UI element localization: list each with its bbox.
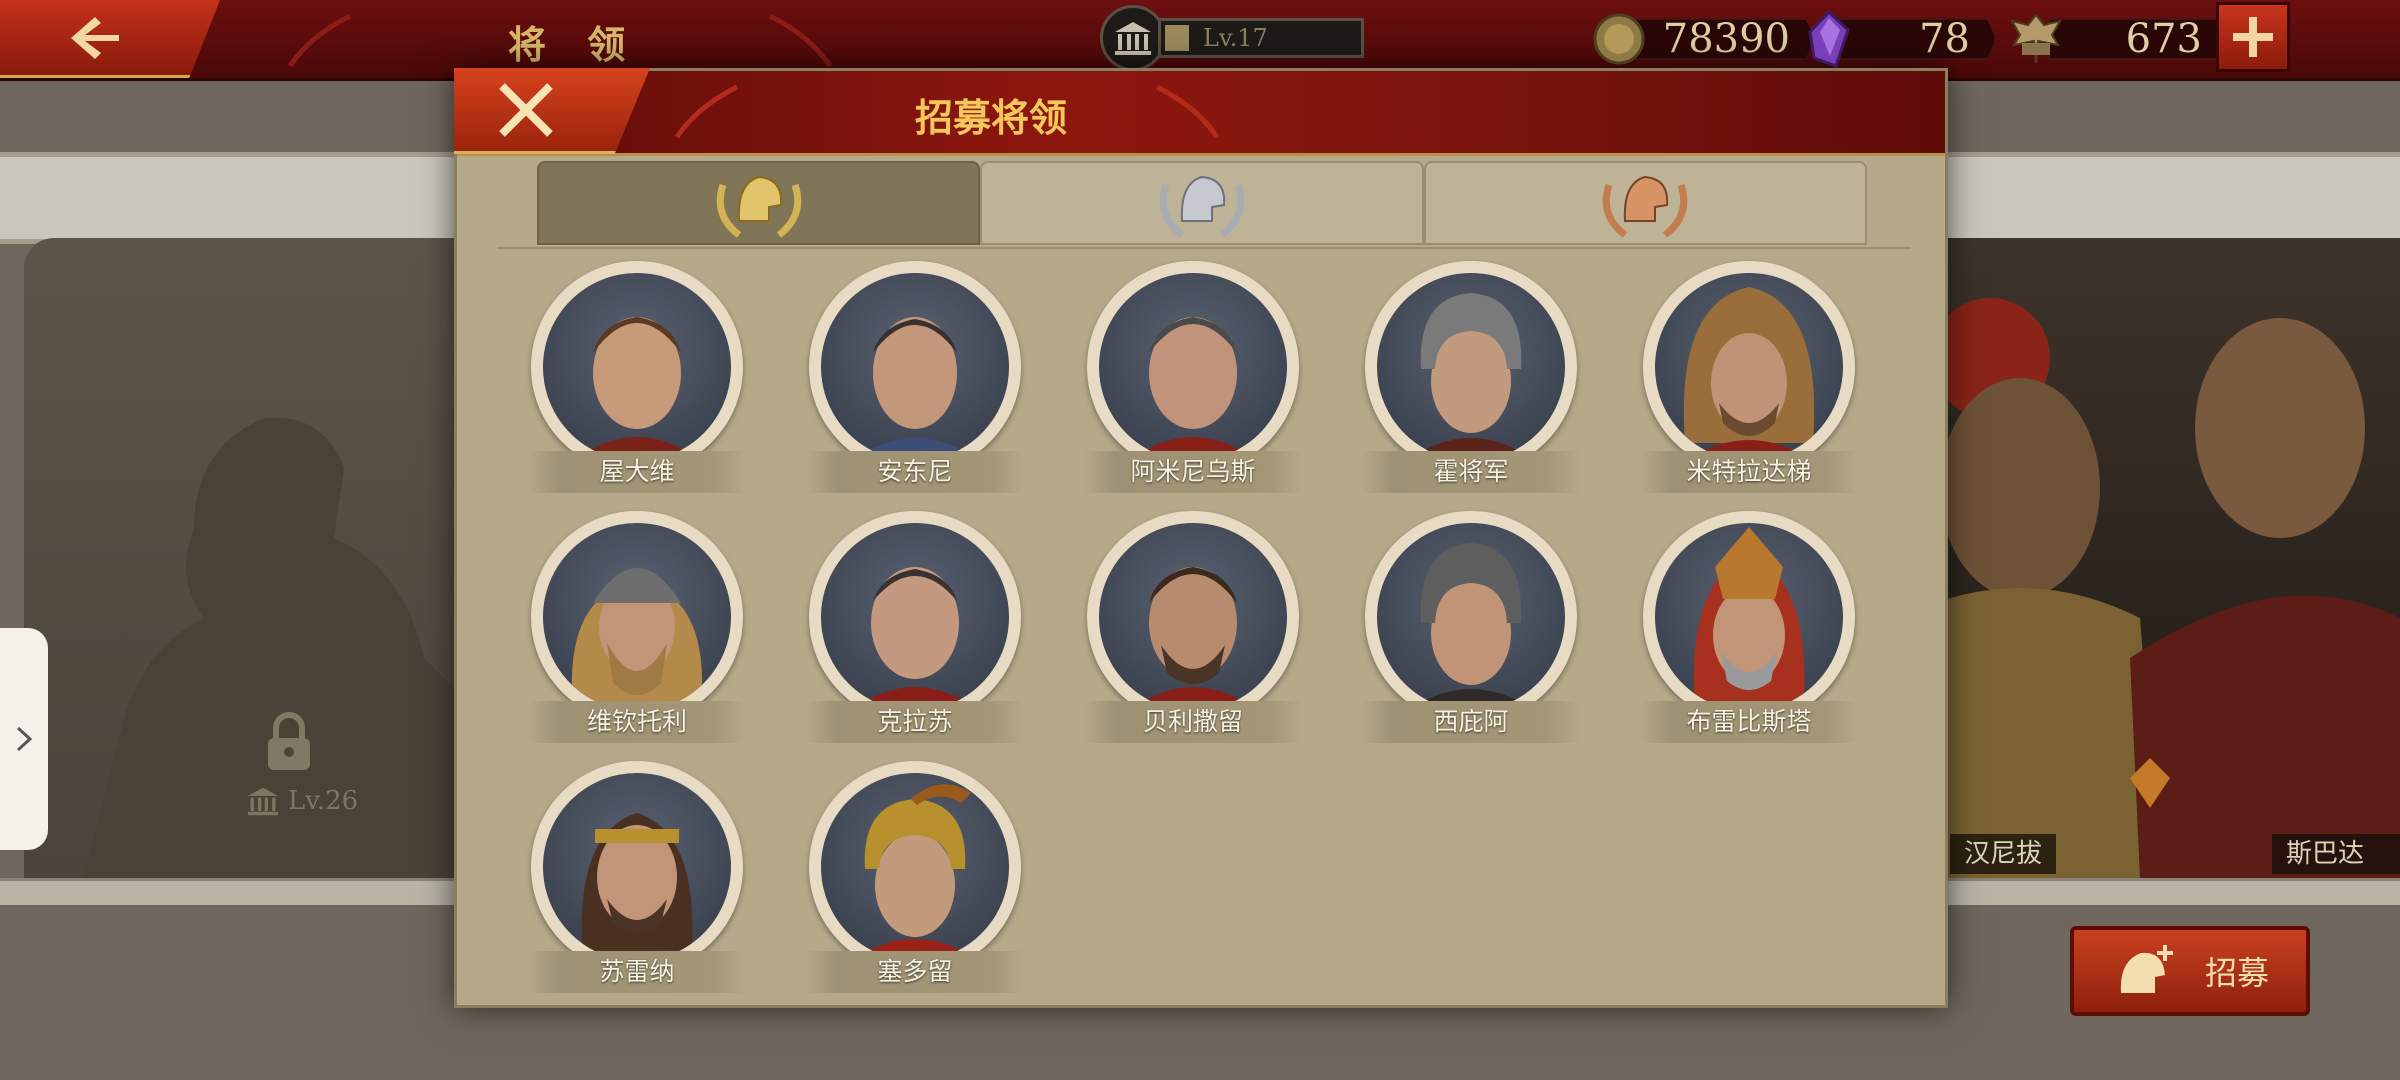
general-card[interactable]: 苏雷纳: [527, 761, 747, 993]
general-name: 克拉苏: [805, 701, 1025, 743]
general-label-hannibal: 汉尼拔: [1950, 834, 2057, 874]
side-drawer-tab[interactable]: [0, 628, 48, 850]
player-level-indicator[interactable]: Lv.17: [1100, 5, 1364, 71]
gem-counter[interactable]: 78: [1806, 10, 1996, 68]
back-arrow-icon: [71, 16, 119, 59]
general-card[interactable]: 维钦托利: [527, 511, 747, 743]
general-name: 苏雷纳: [527, 951, 747, 993]
temple-icon: [248, 787, 278, 816]
add-resource-button[interactable]: [2216, 2, 2290, 72]
tab-gold-rank[interactable]: [537, 161, 981, 245]
recruit-button-label: 招募: [2204, 954, 2269, 992]
tab-divider: [497, 247, 1911, 249]
general-name: 维钦托利: [527, 701, 747, 743]
plus-icon: [2233, 17, 2273, 57]
general-card[interactable]: 霍将军: [1361, 261, 1581, 493]
general-card[interactable]: 克拉苏: [805, 511, 1025, 743]
unlocked-generals-preview[interactable]: 汉尼拔 斯巴达克: [1900, 238, 2400, 878]
general-portrait: [531, 261, 743, 473]
laurel-decoration-icon: [1155, 84, 1220, 139]
general-portraits-image: [1900, 298, 2400, 878]
general-portrait: [809, 261, 1021, 473]
dialog-header: 招募将领: [454, 68, 1945, 156]
laurel-decoration-icon: [287, 13, 352, 68]
general-name: 安东尼: [805, 451, 1025, 493]
coin-amount: 78390: [1626, 18, 1816, 60]
purple-gem-icon: [1808, 10, 1850, 68]
general-card[interactable]: 西庇阿: [1361, 511, 1581, 743]
general-name: 塞多留: [805, 951, 1025, 993]
spqr-eagle-icon: [2009, 13, 2063, 64]
recruit-general-dialog: 招募将领 屋大维 安东尼 阿米尼乌斯 霍将军 米特拉达梯 维钦托利 克拉苏 贝利…: [454, 68, 1948, 1008]
tab-bronze-rank[interactable]: [1423, 161, 1867, 245]
level-progress-bar: Lv.17: [1158, 18, 1364, 58]
general-name: 米特拉达梯: [1639, 451, 1859, 493]
general-name: 西庇阿: [1361, 701, 1581, 743]
rank-tabs: [537, 161, 1867, 245]
chevron-right-icon: [16, 726, 33, 752]
general-portrait: [1365, 511, 1577, 723]
general-name: 阿米尼乌斯: [1083, 451, 1303, 493]
back-button[interactable]: [0, 0, 220, 78]
general-name: 贝利撒留: [1083, 701, 1303, 743]
spqr-amount: 673: [2048, 18, 2228, 60]
general-portrait: [809, 511, 1021, 723]
general-portrait: [809, 761, 1021, 973]
spqr-counter[interactable]: 673: [2008, 13, 2228, 64]
general-card[interactable]: 布雷比斯塔: [1639, 511, 1859, 743]
silver-helmet-laurel-icon: [1159, 175, 1245, 238]
lock-icon: [264, 712, 314, 776]
general-card[interactable]: 塞多留: [805, 761, 1025, 993]
bronze-helmet-laurel-icon: [1603, 175, 1688, 238]
gold-helmet-laurel-icon: [716, 175, 801, 238]
tab-silver-rank[interactable]: [980, 161, 1424, 245]
recruit-button[interactable]: 招募: [2070, 926, 2310, 1016]
temple-icon: [1100, 5, 1166, 71]
locked-slot-level: Lv.26: [246, 786, 358, 816]
page-title: 将 领: [508, 22, 640, 67]
general-label-spartacus: 斯巴达克: [2272, 834, 2400, 874]
coin-counter[interactable]: 78390: [1592, 13, 1816, 65]
general-card[interactable]: 贝利撒留: [1083, 511, 1303, 743]
general-portrait: [531, 511, 743, 723]
coin-icon: [1593, 13, 1645, 65]
general-portrait: [1643, 261, 1855, 473]
general-card[interactable]: 屋大维: [527, 261, 747, 493]
general-name: 霍将军: [1361, 451, 1581, 493]
general-name: 布雷比斯塔: [1639, 701, 1859, 743]
general-portrait: [1087, 511, 1299, 723]
general-portrait: [1087, 261, 1299, 473]
general-portrait: [1643, 511, 1855, 723]
general-card[interactable]: 安东尼: [805, 261, 1025, 493]
gem-amount: 78: [1836, 18, 1996, 60]
locked-level-text: Lv.26: [288, 786, 359, 816]
general-portrait: [1365, 261, 1577, 473]
general-portrait: [531, 761, 743, 973]
general-card[interactable]: 阿米尼乌斯: [1083, 261, 1303, 493]
player-level: Lv.17: [1203, 24, 1268, 52]
general-card[interactable]: 米特拉达梯: [1639, 261, 1859, 493]
helmet-plus-icon: [2120, 945, 2173, 993]
general-name: 屋大维: [527, 451, 747, 493]
laurel-decoration-icon: [768, 13, 833, 68]
